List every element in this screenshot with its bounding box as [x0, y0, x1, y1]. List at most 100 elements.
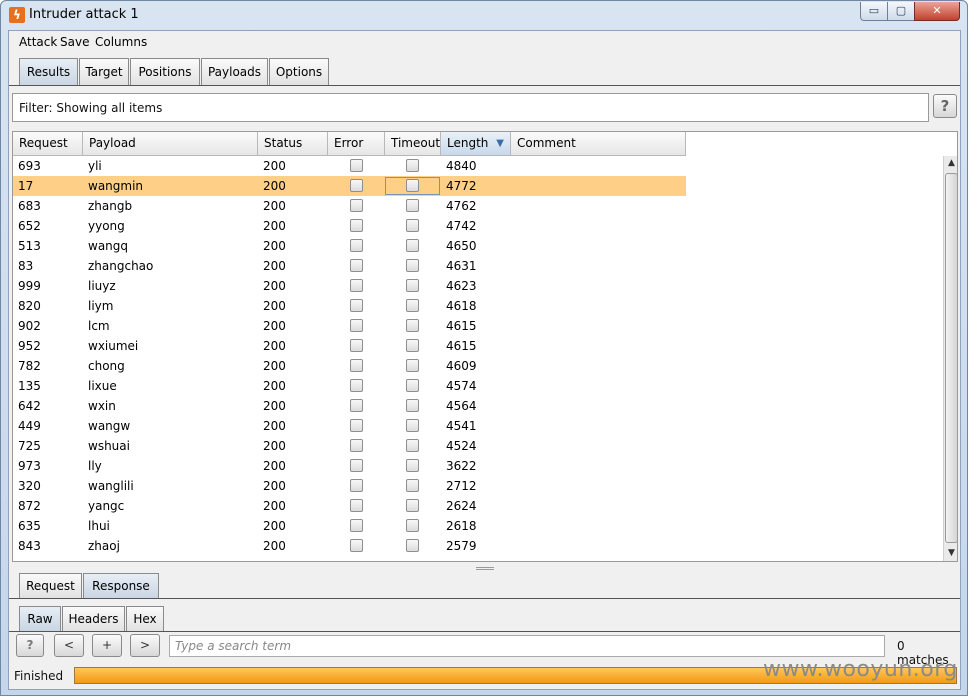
timeout-checkbox[interactable] — [406, 399, 419, 412]
table-row[interactable]: 635 lhui 200 2618 — [13, 516, 686, 536]
table-row[interactable]: 513 wangq 200 4650 — [13, 236, 686, 256]
error-checkbox[interactable] — [350, 419, 363, 432]
error-checkbox[interactable] — [350, 519, 363, 532]
error-checkbox[interactable] — [350, 459, 363, 472]
timeout-checkbox[interactable] — [406, 219, 419, 232]
error-checkbox[interactable] — [350, 199, 363, 212]
timeout-checkbox[interactable] — [406, 359, 419, 372]
scroll-up-arrow-icon[interactable]: ▲ — [944, 156, 957, 171]
table-row[interactable]: 83 zhangchao 200 4631 — [13, 256, 686, 276]
error-checkbox[interactable] — [350, 499, 363, 512]
timeout-checkbox[interactable] — [406, 159, 419, 172]
error-checkbox[interactable] — [350, 439, 363, 452]
column-header-status[interactable]: Status — [258, 132, 328, 156]
table-row[interactable]: 693 yli 200 4840 — [13, 156, 686, 176]
timeout-checkbox[interactable] — [406, 479, 419, 492]
table-row[interactable]: 843 zhaoj 200 2579 — [13, 536, 686, 556]
table-row[interactable]: 449 wangw 200 4541 — [13, 416, 686, 436]
timeout-checkbox[interactable] — [406, 199, 419, 212]
error-checkbox[interactable] — [350, 219, 363, 232]
error-checkbox[interactable] — [350, 179, 363, 192]
table-row[interactable]: 872 yangc 200 2624 — [13, 496, 686, 516]
timeout-checkbox[interactable] — [406, 339, 419, 352]
timeout-checkbox[interactable] — [406, 419, 419, 432]
table-row[interactable]: 642 wxin 200 4564 — [13, 396, 686, 416]
column-header-comment[interactable]: Comment — [511, 132, 686, 156]
timeout-checkbox[interactable] — [406, 459, 419, 472]
table-row[interactable]: 973 lly 200 3622 — [13, 456, 686, 476]
table-row[interactable]: 320 wanglili 200 2712 — [13, 476, 686, 496]
table-row[interactable]: 683 zhangb 200 4762 — [13, 196, 686, 216]
tab-target[interactable]: Target — [79, 58, 129, 85]
timeout-checkbox[interactable] — [406, 299, 419, 312]
search-help-button[interactable]: ? — [16, 634, 44, 657]
timeout-checkbox[interactable] — [406, 239, 419, 252]
filter-help-button[interactable]: ? — [933, 94, 957, 118]
search-input[interactable] — [169, 635, 885, 657]
maximize-button[interactable]: ▢ — [887, 2, 915, 21]
cell-request: 635 — [18, 519, 41, 533]
cell-status: 200 — [263, 479, 286, 493]
error-checkbox[interactable] — [350, 339, 363, 352]
timeout-checkbox[interactable] — [406, 279, 419, 292]
table-row[interactable]: 820 liym 200 4618 — [13, 296, 686, 316]
cell-length: 2624 — [446, 499, 477, 513]
tab-positions[interactable]: Positions — [130, 58, 200, 85]
menu-save[interactable]: Save — [60, 35, 89, 49]
cell-status: 200 — [263, 379, 286, 393]
timeout-checkbox[interactable] — [406, 259, 419, 272]
tab-options[interactable]: Options — [269, 58, 329, 85]
table-row[interactable]: 782 chong 200 4609 — [13, 356, 686, 376]
tab-headers[interactable]: Headers — [62, 606, 125, 631]
search-next-button[interactable]: > — [130, 634, 160, 657]
table-row[interactable]: 135 lixue 200 4574 — [13, 376, 686, 396]
filter-bar[interactable]: Filter: Showing all items — [12, 93, 929, 122]
splitter-handle[interactable] — [476, 567, 494, 570]
tab-request[interactable]: Request — [19, 573, 82, 598]
error-checkbox[interactable] — [350, 299, 363, 312]
vertical-scrollbar[interactable]: ▲ ▼ — [943, 156, 957, 561]
timeout-checkbox[interactable] — [406, 519, 419, 532]
table-row[interactable]: 902 lcm 200 4615 — [13, 316, 686, 336]
tab-results[interactable]: Results — [19, 58, 78, 85]
timeout-checkbox[interactable] — [406, 379, 419, 392]
column-header-payload[interactable]: Payload — [83, 132, 258, 156]
table-row[interactable]: 999 liuyz 200 4623 — [13, 276, 686, 296]
error-checkbox[interactable] — [350, 539, 363, 552]
menu-attack[interactable]: Attack — [19, 35, 57, 49]
title-bar[interactable]: ϟ Intruder attack 1 ▭ ▢ ✕ — [1, 1, 967, 29]
close-button[interactable]: ✕ — [914, 2, 960, 21]
error-checkbox[interactable] — [350, 479, 363, 492]
column-header-length[interactable]: Length ▼ — [441, 132, 511, 156]
error-checkbox[interactable] — [350, 359, 363, 372]
menu-columns[interactable]: Columns — [95, 35, 147, 49]
error-checkbox[interactable] — [350, 319, 363, 332]
table-row[interactable]: 17 wangmin 200 4772 — [13, 176, 686, 196]
search-prev-button[interactable]: < — [54, 634, 84, 657]
timeout-checkbox[interactable] — [406, 499, 419, 512]
tab-response[interactable]: Response — [83, 573, 159, 598]
error-checkbox[interactable] — [350, 399, 363, 412]
tab-hex[interactable]: Hex — [126, 606, 164, 631]
cell-request: 999 — [18, 279, 41, 293]
scrollbar-thumb[interactable] — [945, 173, 957, 543]
table-row[interactable]: 725 wshuai 200 4524 — [13, 436, 686, 456]
tab-payloads[interactable]: Payloads — [201, 58, 268, 85]
timeout-checkbox[interactable] — [406, 539, 419, 552]
column-header-error[interactable]: Error — [328, 132, 385, 156]
error-checkbox[interactable] — [350, 159, 363, 172]
error-checkbox[interactable] — [350, 259, 363, 272]
search-add-button[interactable]: + — [92, 634, 122, 657]
error-checkbox[interactable] — [350, 239, 363, 252]
minimize-button[interactable]: ▭ — [860, 2, 888, 21]
table-row[interactable]: 952 wxiumei 200 4615 — [13, 336, 686, 356]
column-header-timeout[interactable]: Timeout — [385, 132, 441, 156]
table-row[interactable]: 652 yyong 200 4742 — [13, 216, 686, 236]
scroll-down-arrow-icon[interactable]: ▼ — [944, 546, 957, 561]
error-checkbox[interactable] — [350, 379, 363, 392]
error-checkbox[interactable] — [350, 279, 363, 292]
tab-raw[interactable]: Raw — [19, 606, 61, 631]
column-header-request[interactable]: Request — [13, 132, 83, 156]
timeout-checkbox[interactable] — [406, 439, 419, 452]
timeout-checkbox[interactable] — [406, 319, 419, 332]
